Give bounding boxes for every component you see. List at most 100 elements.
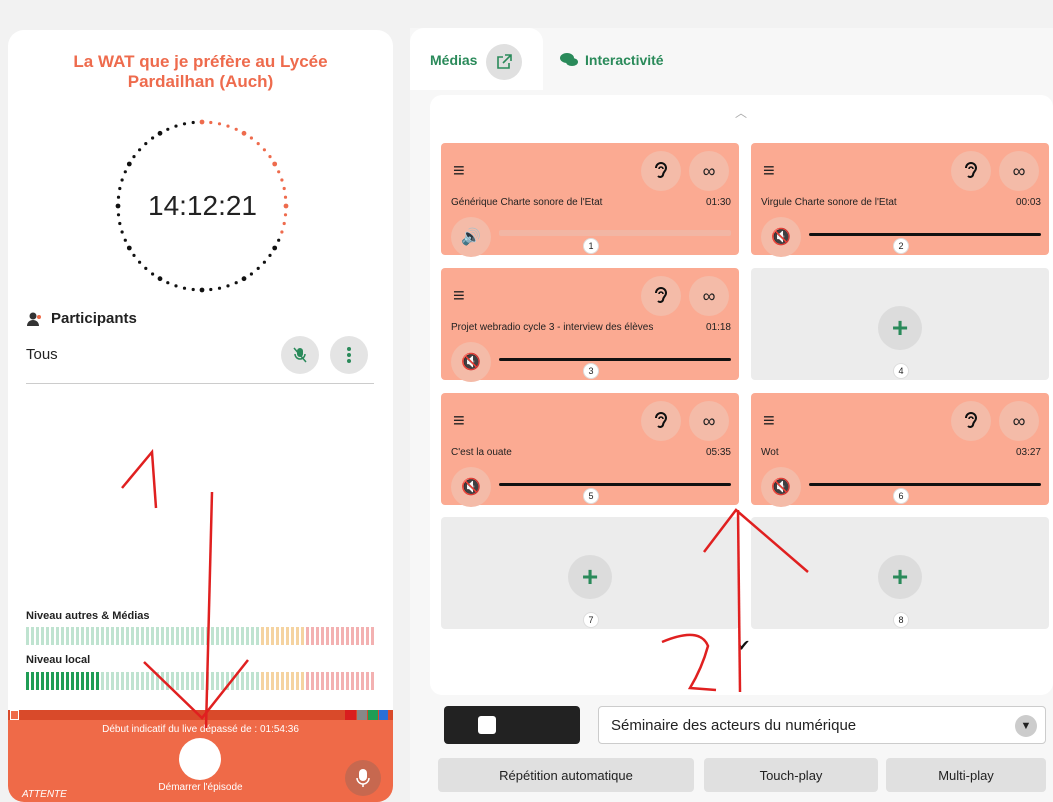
ear-icon[interactable] — [641, 276, 681, 316]
meter-segment — [326, 627, 329, 645]
meter-segment — [151, 672, 154, 690]
meter-segment — [71, 627, 74, 645]
mic-button[interactable] — [345, 760, 381, 796]
tab-interactivite[interactable]: Interactivité — [560, 52, 664, 68]
meter-segment — [366, 672, 369, 690]
more-options-button[interactable] — [330, 336, 368, 374]
auto-repeat-button[interactable]: Répétition automatique — [438, 758, 694, 792]
speaker-muted-icon[interactable]: 🔇 — [761, 217, 801, 257]
meter-segment — [136, 627, 139, 645]
meter-segment — [311, 672, 314, 690]
scroll-down-icon[interactable]: ✔ — [737, 636, 750, 656]
meter-segment — [116, 672, 119, 690]
participants-label: Participants — [51, 310, 137, 327]
clock-dot — [138, 148, 142, 152]
external-link-icon — [497, 54, 512, 69]
tab-medias-label[interactable]: Médias — [430, 52, 477, 68]
plus-icon[interactable]: + — [568, 555, 612, 599]
volume-slider[interactable] — [809, 233, 1041, 236]
slot-number: 7 — [583, 612, 599, 628]
media-title: Virgule Charte sonore de l'Etat — [761, 197, 897, 208]
meter-segment — [146, 627, 149, 645]
clock-dot — [262, 260, 266, 264]
meter-segment — [281, 627, 284, 645]
mute-all-button[interactable] — [281, 336, 319, 374]
meter-segment — [36, 627, 39, 645]
media-card[interactable]: ≡ ∞ Projet webradio cycle 3 - interview de… — [441, 268, 739, 382]
infinity-icon[interactable]: ∞ — [689, 401, 729, 441]
meter-segment — [46, 672, 49, 690]
speaker-muted-icon[interactable]: 🔇 — [761, 467, 801, 507]
episode-select[interactable]: Séminaire des acteurs du numérique — [598, 706, 1046, 744]
hamburger-icon[interactable]: ≡ — [763, 411, 775, 431]
hamburger-icon[interactable]: ≡ — [763, 161, 775, 181]
empty-slot[interactable]: +4 — [751, 268, 1049, 380]
meter-segment — [196, 627, 199, 645]
meter-segment — [51, 672, 54, 690]
volume-slider[interactable] — [499, 483, 731, 486]
infinity-icon[interactable]: ∞ — [689, 276, 729, 316]
meter-segment — [226, 672, 229, 690]
meter-segment — [271, 627, 274, 645]
meter-segment — [301, 627, 304, 645]
slot-number: 1 — [583, 238, 599, 254]
speaker-muted-icon[interactable]: 🔇 — [451, 467, 491, 507]
meter-segment — [156, 672, 159, 690]
participant-filter[interactable]: Tous — [26, 346, 58, 363]
speaker-icon[interactable]: 🔊 — [451, 217, 491, 257]
plus-icon[interactable]: + — [878, 306, 922, 350]
strip-marker — [10, 710, 19, 720]
scroll-up-icon[interactable]: ︿ — [735, 104, 747, 121]
clock-dot — [241, 276, 247, 282]
stop-button[interactable] — [444, 706, 580, 744]
ear-icon[interactable] — [951, 151, 991, 191]
meter-segment — [296, 672, 299, 690]
infinity-icon[interactable]: ∞ — [999, 151, 1039, 191]
media-duration: 05:35 — [705, 447, 731, 458]
plus-icon[interactable]: + — [878, 555, 922, 599]
slot-number: 6 — [893, 488, 909, 504]
meter-segment — [121, 627, 124, 645]
infinity-icon[interactable]: ∞ — [689, 151, 729, 191]
meter-segment — [66, 672, 69, 690]
ear-icon[interactable] — [641, 151, 681, 191]
ear-icon[interactable] — [641, 401, 681, 441]
meter-segment — [206, 672, 209, 690]
chevron-down-icon[interactable]: ▼ — [1015, 715, 1037, 737]
infinity-icon[interactable]: ∞ — [999, 401, 1039, 441]
media-card[interactable]: ≡ ∞ Générique Charte sonore de l'Etat 01:30… — [441, 143, 739, 257]
meter-segment — [106, 672, 109, 690]
media-card[interactable]: ≡ ∞ Wot 03:27 🔇 6 — [751, 393, 1049, 507]
hamburger-icon[interactable]: ≡ — [453, 411, 465, 431]
volume-slider[interactable] — [499, 230, 731, 236]
volume-slider[interactable] — [499, 358, 731, 361]
mic-off-icon — [293, 347, 307, 363]
meter-segment — [366, 627, 369, 645]
media-title: C'est la ouate — [451, 447, 512, 458]
meter-segment — [171, 672, 174, 690]
hamburger-icon[interactable]: ≡ — [453, 161, 465, 181]
touch-play-button[interactable]: Touch-play — [704, 758, 878, 792]
meter-segment — [76, 672, 79, 690]
meter-segment — [31, 627, 34, 645]
volume-slider[interactable] — [809, 483, 1041, 486]
clock-dot — [272, 245, 278, 251]
episode-panel: La WAT que je préfère au Lycée Pardailha… — [8, 30, 393, 802]
hamburger-icon[interactable]: ≡ — [453, 286, 465, 306]
start-episode-button[interactable] — [179, 738, 221, 780]
ear-icon[interactable] — [951, 401, 991, 441]
clock-dot — [191, 120, 195, 125]
media-card[interactable]: ≡ ∞ Virgule Charte sonore de l'Etat 00:03 🔇 2 — [751, 143, 1049, 257]
meter-segment — [241, 627, 244, 645]
live-control-bar: Début indicatif du live dépassé de : 01:… — [8, 710, 393, 802]
open-external-button[interactable] — [486, 44, 522, 80]
media-card[interactable]: ≡ ∞ C'est la ouate 05:35 🔇 5 — [441, 393, 739, 507]
speaker-muted-icon[interactable]: 🔇 — [451, 342, 491, 382]
meter-segment — [311, 627, 314, 645]
empty-slot[interactable]: +7 — [441, 517, 739, 629]
divider — [26, 383, 374, 384]
meter-segment — [121, 672, 124, 690]
multi-play-button[interactable]: Multi-play — [886, 758, 1046, 792]
media-title: Projet webradio cycle 3 - interview des … — [451, 322, 654, 333]
empty-slot[interactable]: +8 — [751, 517, 1049, 629]
